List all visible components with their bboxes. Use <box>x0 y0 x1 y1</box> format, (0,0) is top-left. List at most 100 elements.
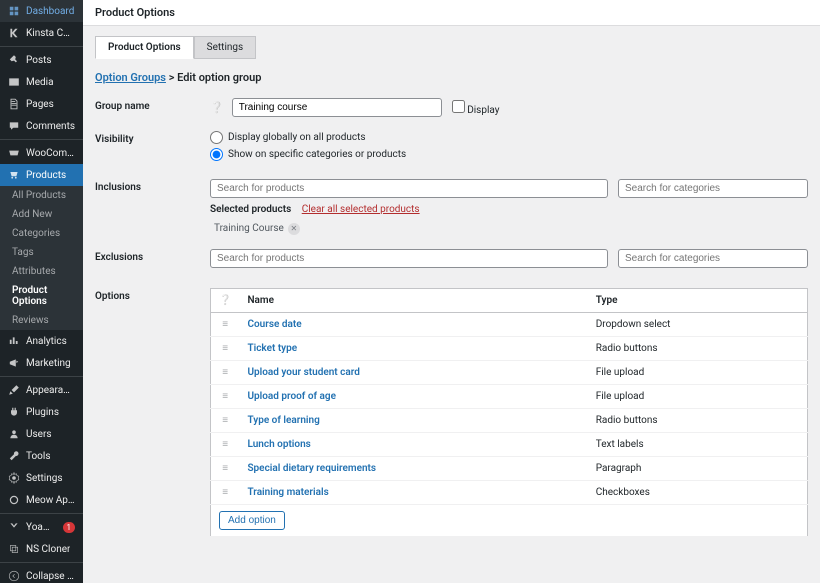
sidebar-item-label: Marketing <box>26 358 71 369</box>
comment-icon <box>8 120 20 132</box>
breadcrumb-sep: > <box>169 71 175 84</box>
selected-chip: Training Course ✕ <box>210 223 300 235</box>
visibility-global[interactable]: Display globally on all products <box>210 131 808 144</box>
sidebar-sub-categories[interactable]: Categories <box>0 224 83 243</box>
exclusions-search-products[interactable] <box>210 249 608 268</box>
sidebar-item-plugins[interactable]: Plugins <box>0 401 83 423</box>
collapse-icon <box>8 570 20 582</box>
sidebar-item-dashboard[interactable]: Dashboard <box>0 0 83 22</box>
add-option-button[interactable]: Add option <box>219 511 285 530</box>
gear-icon <box>8 472 20 484</box>
content: Product Options Settings Option Groups >… <box>83 26 820 583</box>
drag-handle-icon[interactable]: ≡ <box>211 312 240 336</box>
tabs: Product Options Settings <box>95 36 808 59</box>
visibility-specific[interactable]: Show on specific categories or products <box>210 148 808 161</box>
option-name-link[interactable]: Ticket type <box>247 343 297 354</box>
visibility-specific-radio[interactable] <box>210 148 223 161</box>
sidebar-item-kinsta-cache[interactable]: Kinsta Cache <box>0 22 83 44</box>
drag-handle-icon[interactable]: ≡ <box>211 480 240 504</box>
sidebar-item-settings[interactable]: Settings <box>0 467 83 489</box>
drag-handle-icon[interactable]: ≡ <box>211 360 240 384</box>
option-name-link[interactable]: Upload proof of age <box>247 391 336 402</box>
main-area: Product Options Product Options Settings… <box>83 0 820 583</box>
sidebar-sub-attributes[interactable]: Attributes <box>0 262 83 281</box>
pin-icon <box>8 54 20 66</box>
display-checkbox-wrap[interactable]: Display <box>452 100 500 116</box>
sidebar-sub-tags[interactable]: Tags <box>0 243 83 262</box>
drag-handle-icon[interactable]: ≡ <box>211 432 240 456</box>
option-type: Paragraph <box>588 456 808 480</box>
table-row: ≡ Type of learning Radio buttons <box>211 408 808 432</box>
display-checkbox[interactable] <box>452 100 465 113</box>
table-row: ≡Course dateDropdown select <box>211 312 808 336</box>
sidebar-item-label: Tools <box>26 451 50 462</box>
help-icon[interactable]: ❔ <box>210 101 224 114</box>
sidebar-item-media[interactable]: Media <box>0 71 83 93</box>
group-name-input[interactable] <box>232 98 442 117</box>
option-name-link[interactable]: Lunch options <box>247 439 310 450</box>
sidebar-item-pages[interactable]: Pages <box>0 93 83 115</box>
sidebar-item-label: Analytics <box>26 336 67 347</box>
megaphone-icon <box>8 357 20 369</box>
option-name-link[interactable]: Type of learning <box>247 415 319 426</box>
option-name-link[interactable]: Course date <box>247 319 301 330</box>
sidebar-sub-add-new[interactable]: Add New <box>0 205 83 224</box>
chip-remove-icon[interactable]: ✕ <box>288 223 300 235</box>
sidebar-item-yoast-seo[interactable]: Yoast SEO1 <box>0 516 83 538</box>
sidebar-sub-reviews[interactable]: Reviews <box>0 311 83 330</box>
y-icon <box>8 521 20 533</box>
table-row: ≡Ticket typeRadio buttons <box>211 336 808 360</box>
circle-icon <box>8 494 20 506</box>
sidebar-sub-product-options[interactable]: Product Options <box>0 281 83 311</box>
sidebar-sub-all-products[interactable]: All Products <box>0 186 83 205</box>
sidebar-item-meow-apps[interactable]: Meow Apps <box>0 489 83 511</box>
option-name-link[interactable]: Special dietary requirements <box>247 463 376 474</box>
drag-handle-icon[interactable]: ≡ <box>211 408 240 432</box>
plug-icon <box>8 406 20 418</box>
breadcrumb: Option Groups > Edit option group <box>95 71 808 84</box>
table-row: ≡Upload your student cardFile upload <box>211 360 808 384</box>
sidebar-item-woocommerce[interactable]: WooCommerce <box>0 142 83 164</box>
option-type: Radio buttons <box>588 408 808 432</box>
brush-icon <box>8 384 20 396</box>
tab-product-options[interactable]: Product Options <box>95 36 194 59</box>
sidebar-item-products[interactable]: Products <box>0 164 83 186</box>
sidebar-item-posts[interactable]: Posts <box>0 49 83 71</box>
dashboard-icon <box>8 5 20 17</box>
sidebar-item-analytics[interactable]: Analytics <box>0 330 83 352</box>
drag-handle-icon[interactable]: ≡ <box>211 384 240 408</box>
inclusions-search-categories[interactable] <box>618 179 808 198</box>
name-header: Name <box>239 288 587 312</box>
visibility-global-text: Display globally on all products <box>228 132 366 143</box>
sidebar-item-label: Dashboard <box>26 6 74 17</box>
sidebar-item-label: Users <box>26 429 52 440</box>
breadcrumb-link[interactable]: Option Groups <box>95 71 166 84</box>
sidebar-item-users[interactable]: Users <box>0 423 83 445</box>
option-name-link[interactable]: Upload your student card <box>247 367 359 378</box>
collapse-menu[interactable]: Collapse menu <box>0 565 83 583</box>
sidebar-item-label: Meow Apps <box>26 495 75 506</box>
display-label: Display <box>467 105 499 116</box>
exclusions-label: Exclusions <box>95 249 210 263</box>
sidebar-item-ns-cloner[interactable]: NS Cloner <box>0 538 83 560</box>
collapse-label: Collapse menu <box>26 571 75 582</box>
breadcrumb-current: Edit option group <box>177 71 261 84</box>
sidebar-item-label: Plugins <box>26 407 59 418</box>
admin-sidebar: Dashboard Kinsta Cache PostsMediaPagesCom… <box>0 0 83 583</box>
sidebar-item-comments[interactable]: Comments <box>0 115 83 137</box>
inclusions-search-products[interactable] <box>210 179 608 198</box>
page-title: Product Options <box>83 0 820 26</box>
sidebar-item-label: Yoast SEO <box>26 522 54 533</box>
selected-products-label: Selected products <box>210 204 291 215</box>
tab-settings[interactable]: Settings <box>194 36 257 59</box>
drag-handle-icon[interactable]: ≡ <box>211 336 240 360</box>
clear-selected-link[interactable]: Clear all selected products <box>302 204 420 215</box>
drag-handle-icon[interactable]: ≡ <box>211 456 240 480</box>
exclusions-search-categories[interactable] <box>618 249 808 268</box>
visibility-global-radio[interactable] <box>210 131 223 144</box>
sidebar-item-marketing[interactable]: Marketing <box>0 352 83 374</box>
sidebar-item-tools[interactable]: Tools <box>0 445 83 467</box>
option-name-link[interactable]: Training materials <box>247 487 328 498</box>
sidebar-item-appearance[interactable]: Appearance <box>0 379 83 401</box>
user-icon <box>8 428 20 440</box>
